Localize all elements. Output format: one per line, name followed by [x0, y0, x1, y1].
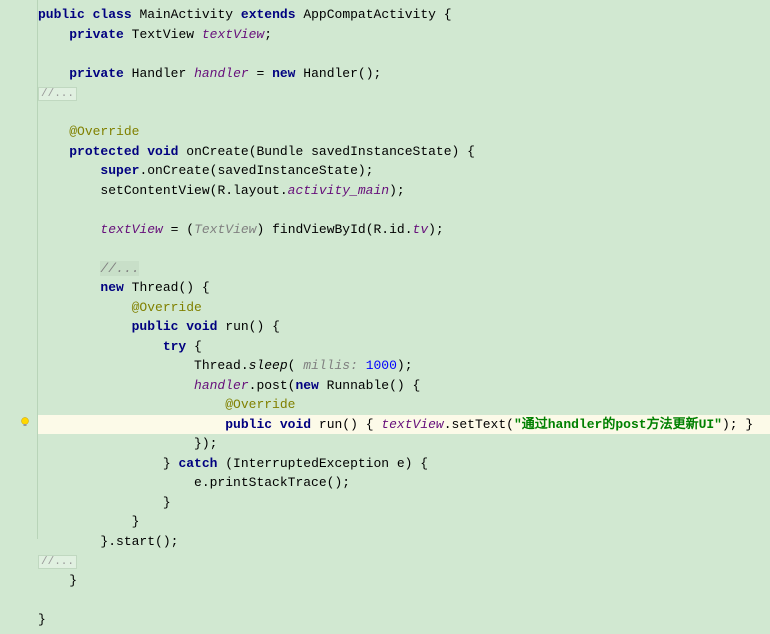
- code-line: //...: [38, 551, 770, 571]
- code-line: } catch (InterruptedException e) {: [38, 454, 770, 474]
- code-line: }: [38, 571, 770, 591]
- code-line: }: [38, 512, 770, 532]
- code-line: });: [38, 434, 770, 454]
- code-line: }: [38, 610, 770, 630]
- code-line: public class MainActivity extends AppCom…: [38, 5, 770, 25]
- code-line: protected void onCreate(Bundle savedInst…: [38, 142, 770, 162]
- code-line: //...: [38, 259, 770, 279]
- code-line: handler.post(new Runnable() {: [38, 376, 770, 396]
- code-line: setContentView(R.layout.activity_main);: [38, 181, 770, 201]
- code-line: //...: [38, 83, 770, 103]
- editor-gutter: [0, 0, 38, 539]
- code-line: public void run() {: [38, 317, 770, 337]
- code-line: try {: [38, 337, 770, 357]
- code-line: }.start();: [38, 532, 770, 552]
- code-line: super.onCreate(savedInstanceState);: [38, 161, 770, 181]
- code-line: [38, 590, 770, 610]
- code-line: e.printStackTrace();: [38, 473, 770, 493]
- fold-marker[interactable]: //...: [38, 555, 77, 569]
- fold-marker[interactable]: //...: [38, 87, 77, 101]
- lightbulb-icon[interactable]: [18, 415, 32, 429]
- code-line: Thread.sleep( millis: 1000);: [38, 356, 770, 376]
- code-line: [38, 44, 770, 64]
- code-line: @Override: [38, 298, 770, 318]
- code-line: [38, 103, 770, 123]
- code-line: new Thread() {: [38, 278, 770, 298]
- code-line: @Override: [38, 395, 770, 415]
- code-line: [38, 239, 770, 259]
- code-line: textView = (TextView) findViewById(R.id.…: [38, 220, 770, 240]
- code-line: }: [38, 493, 770, 513]
- code-line: private Handler handler = new Handler();: [38, 64, 770, 84]
- code-line: [38, 200, 770, 220]
- code-line: private TextView textView;: [38, 25, 770, 45]
- code-line: @Override: [38, 122, 770, 142]
- highlighted-code-line: public void run() { textView.setText("通过…: [38, 415, 770, 435]
